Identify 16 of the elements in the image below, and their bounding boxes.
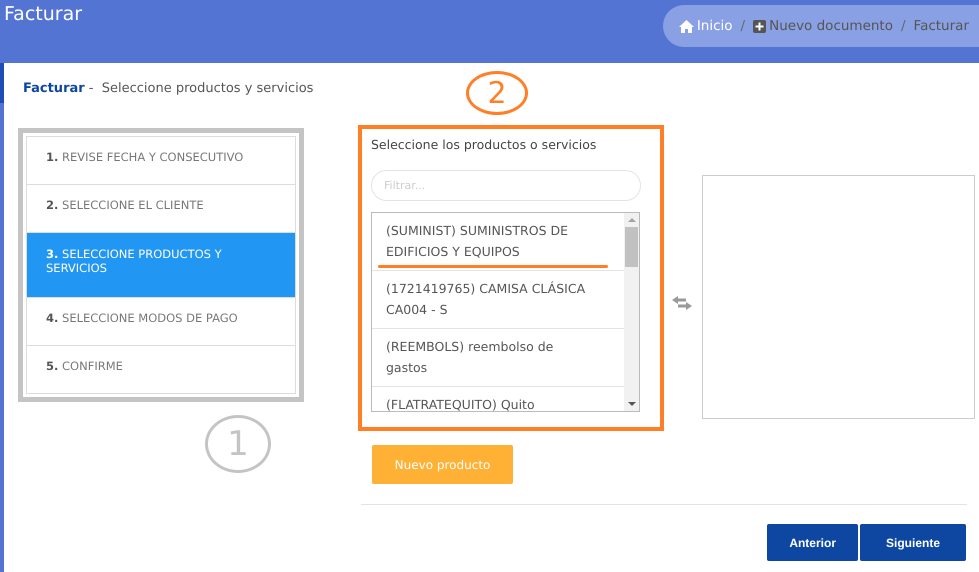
plus-square-icon (753, 20, 766, 32)
nav-button[interactable]: Siguiente (860, 524, 966, 561)
breadcrumb-separator: / (900, 18, 906, 34)
number-circle: 1 (205, 415, 271, 473)
section-label: Seleccione los productos o servicios (371, 136, 598, 154)
step-item[interactable]: 4. SELECCIONE MODOS DE PAGO (27, 298, 295, 346)
step-item[interactable]: 1. REVISE FECHA Y CONSECUTIVO (27, 137, 295, 185)
swap-arrows-icon (672, 296, 692, 310)
number-circle: 2 (466, 71, 528, 115)
scrollbar[interactable] (624, 213, 639, 411)
step-item[interactable]: 5. CONFIRME (27, 346, 295, 393)
list-item[interactable]: (SUMINIST) SUMINISTROS DE EDIFICIOS Y EQUIPOS (372, 213, 624, 271)
breadcrumb-separator: / (740, 18, 746, 34)
page-title: Facturar (3, 2, 82, 25)
nav-button[interactable]: Anterior (767, 524, 858, 561)
home-icon (678, 20, 694, 32)
